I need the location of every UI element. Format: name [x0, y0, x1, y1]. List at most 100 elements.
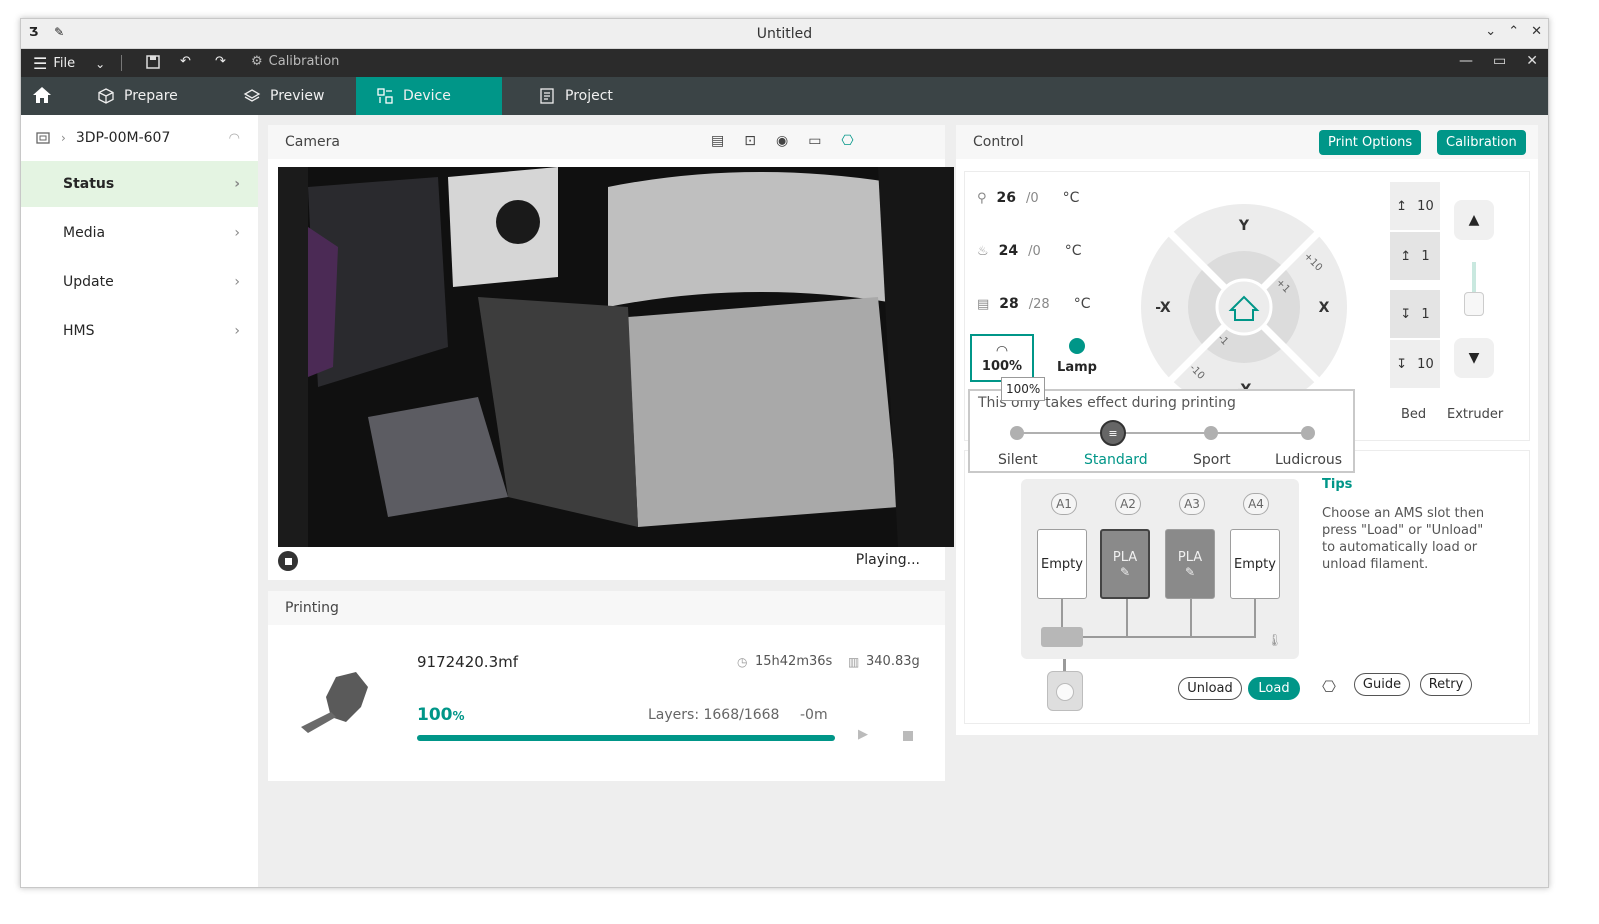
- chamber-temp[interactable]: ▤ 28 /28 °C: [977, 296, 1090, 312]
- tab-project[interactable]: Project: [518, 77, 658, 115]
- retry-button[interactable]: Retry: [1420, 673, 1472, 696]
- ams-slot-a1[interactable]: Empty: [1037, 529, 1087, 599]
- unload-button[interactable]: Unload: [1178, 677, 1242, 700]
- bed-up-1-button[interactable]: ↥ 1: [1390, 232, 1440, 280]
- printing-title: Printing: [285, 600, 339, 616]
- temp-unit: °C: [1073, 296, 1091, 312]
- bed-step-label: 1: [1421, 248, 1430, 264]
- close-icon[interactable]: ✕: [1526, 53, 1538, 69]
- speed-track: [1017, 432, 1308, 434]
- guide-button[interactable]: Guide: [1354, 673, 1410, 696]
- video-record-icon[interactable]: ⊡: [744, 133, 756, 149]
- sidebar-item-status[interactable]: Status ›: [21, 161, 258, 207]
- tab-prepare[interactable]: Prepare: [77, 77, 217, 115]
- main-tab-bar: Prepare Preview Device Project: [21, 77, 1548, 115]
- xy-jog-pad[interactable]: Y -Y X -X +10 +1 -1 -10: [1139, 202, 1349, 412]
- tab-device[interactable]: Device: [356, 77, 502, 115]
- tab-preview-label: Preview: [270, 88, 325, 104]
- triangle-down-icon: ▼: [1468, 350, 1480, 366]
- stop-print-icon[interactable]: [903, 731, 913, 741]
- calibration-menu[interactable]: ⚙ Calibration: [251, 54, 339, 69]
- nozzle-icon: ⚲: [977, 190, 987, 206]
- jog-x-minus[interactable]: -X: [1155, 300, 1171, 316]
- speed-label-sport[interactable]: Sport: [1193, 452, 1231, 468]
- progress-fill: [417, 735, 835, 741]
- speed-button[interactable]: ◠ 100%: [970, 334, 1034, 382]
- slot-material: PLA: [1112, 549, 1138, 565]
- camera-settings-icon[interactable]: ⎔: [841, 133, 853, 149]
- control-title: Control: [973, 134, 1024, 150]
- webcam-icon[interactable]: ◉: [776, 133, 788, 149]
- undo-button[interactable]: ↶: [180, 54, 191, 69]
- bed-target-temp: /0: [1028, 243, 1041, 259]
- ams-card: A1 A2 A3 A4 Empty PLA ✎ PLA ✎ Empty 🌡 Ti…: [964, 450, 1530, 724]
- speed-label-silent[interactable]: Silent: [998, 452, 1038, 468]
- redo-icon: ↷: [215, 54, 226, 69]
- ams-unit: A1 A2 A3 A4 Empty PLA ✎ PLA ✎ Empty 🌡: [1021, 479, 1299, 659]
- maximize-icon[interactable]: ▭: [1493, 53, 1506, 69]
- speed-node-ludicrous[interactable]: [1301, 426, 1315, 440]
- speed-label-standard[interactable]: Standard: [1084, 452, 1148, 468]
- device-name: 3DP-00M-607: [75, 130, 171, 146]
- sd-card-icon[interactable]: ▤: [711, 133, 724, 149]
- arrow-down-icon: ↧: [1396, 356, 1408, 372]
- printing-panel: Printing 9172420.3mf ◷ 15h42m36s ▥ 340.8…: [268, 591, 945, 781]
- ams-settings-icon[interactable]: ⎔: [1322, 677, 1336, 696]
- printing-header: Printing: [268, 591, 945, 625]
- ams-slot-a3[interactable]: PLA ✎: [1165, 529, 1215, 599]
- tab-preview[interactable]: Preview: [223, 77, 363, 115]
- speed-node-sport[interactable]: [1204, 426, 1218, 440]
- extruder-up-button[interactable]: ▲: [1454, 200, 1494, 240]
- speed-node-silent[interactable]: [1010, 426, 1024, 440]
- camera-feed[interactable]: [278, 167, 954, 547]
- save-button[interactable]: [145, 54, 161, 70]
- close-icon[interactable]: ✕: [1531, 24, 1542, 39]
- chevron-down-icon[interactable]: ⌄: [1485, 24, 1496, 39]
- progress-value: 100: [417, 705, 453, 725]
- bed-up-10-button[interactable]: ↥ 10: [1390, 182, 1440, 230]
- edit-icon[interactable]: ✎: [1185, 565, 1195, 579]
- nozzle-current-temp: 26: [996, 190, 1017, 206]
- bed-temp[interactable]: ♨ 24 /0 °C: [977, 243, 1082, 259]
- camera-switch-icon[interactable]: ▭: [808, 133, 821, 149]
- ams-slot-a2[interactable]: PLA ✎: [1100, 529, 1150, 599]
- model-thumbnail: [301, 672, 368, 733]
- redo-button[interactable]: ↷: [215, 54, 226, 69]
- lamp-button[interactable]: Lamp: [1047, 336, 1107, 382]
- stop-stream-icon[interactable]: [278, 551, 298, 571]
- speed-popup: This only takes effect during printing ≡…: [968, 389, 1355, 473]
- sidebar-item-media[interactable]: Media ›: [21, 210, 258, 256]
- bed-down-10-button[interactable]: ↧ 10: [1390, 340, 1440, 388]
- bed-down-1-button[interactable]: ↧ 1: [1390, 290, 1440, 338]
- slot-material: Empty: [1234, 556, 1276, 572]
- extruder-graphic: [1464, 262, 1484, 322]
- jog-y-plus[interactable]: Y: [1238, 218, 1250, 234]
- hamburger-icon: ☰: [33, 54, 48, 73]
- load-button[interactable]: Load: [1248, 677, 1300, 700]
- jog-x-plus[interactable]: X: [1319, 300, 1330, 316]
- lamp-icon: [1069, 338, 1085, 354]
- slot-material: PLA: [1177, 549, 1203, 565]
- nozzle-temp[interactable]: ⚲ 26 /0 °C: [977, 190, 1079, 206]
- device-selector[interactable]: › 3DP-00M-607 ◠: [21, 115, 258, 161]
- calibration-button[interactable]: Calibration: [1437, 130, 1526, 155]
- arrow-up-icon: ↥: [1400, 248, 1412, 264]
- ams-slot-a4[interactable]: Empty: [1230, 529, 1280, 599]
- nozzle-target-temp: /0: [1026, 190, 1039, 206]
- resume-icon[interactable]: ▶: [858, 727, 868, 742]
- edit-icon[interactable]: ✎: [1120, 565, 1130, 579]
- minimize-icon[interactable]: —: [1459, 53, 1473, 69]
- file-menu[interactable]: ☰ File ⌄: [33, 54, 105, 73]
- sidebar-item-label: Update: [63, 274, 114, 290]
- speed-node-standard[interactable]: ≡: [1100, 420, 1126, 446]
- sidebar-item-update[interactable]: Update ›: [21, 259, 258, 305]
- print-options-button[interactable]: Print Options: [1319, 130, 1422, 155]
- chamber-icon: ▤: [977, 296, 990, 312]
- extruder-down-button[interactable]: ▼: [1454, 338, 1494, 378]
- home-icon[interactable]: [31, 84, 53, 106]
- speedometer-icon: ◠: [995, 342, 1009, 359]
- chevron-down-icon: ⌄: [95, 56, 106, 71]
- speed-label-ludicrous[interactable]: Ludicrous: [1275, 452, 1342, 468]
- sidebar-item-hms[interactable]: HMS ›: [21, 308, 258, 354]
- chevron-up-icon[interactable]: ⌃: [1508, 24, 1519, 39]
